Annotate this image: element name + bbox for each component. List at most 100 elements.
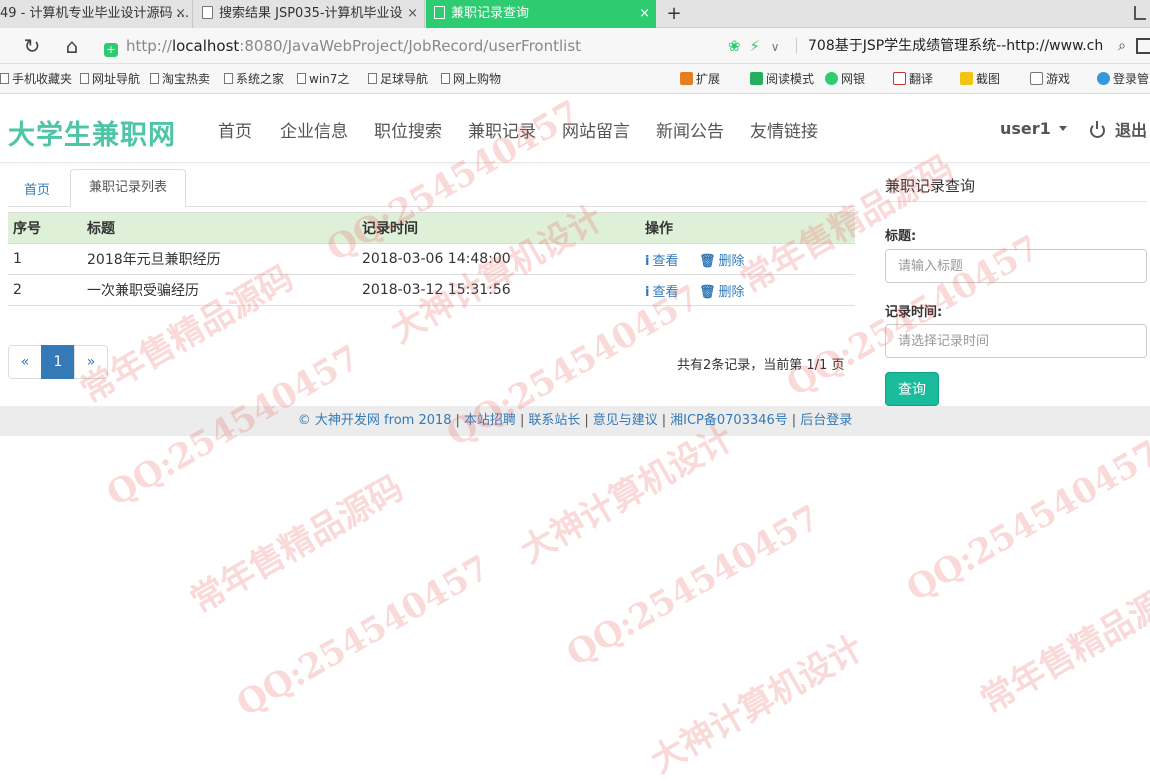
- page-icon: [434, 6, 445, 19]
- col-header-time: 记录时间: [357, 212, 640, 244]
- footer-copyright[interactable]: © 大神开发网 from 2018: [298, 413, 452, 428]
- delete-button[interactable]: 🗑︎ 删除: [699, 285, 745, 300]
- browser-tab-1[interactable]: 49 - 计算机专业毕业设计源码 ... ×: [0, 0, 193, 28]
- record-time-input[interactable]: [885, 324, 1147, 358]
- page-prev-button[interactable]: «: [8, 345, 42, 379]
- nav-links[interactable]: 友情链接: [750, 117, 818, 142]
- home-icon[interactable]: ⌂: [60, 34, 84, 58]
- caret-down-icon: [1058, 126, 1067, 131]
- page-icon: [80, 73, 89, 84]
- footer-link-contact[interactable]: 联系站长: [528, 413, 580, 428]
- tab-1-title: 49 - 计算机专业毕业设计源码 ...: [0, 6, 190, 21]
- cell-actions: i 查看 🗑︎ 删除: [640, 274, 855, 306]
- reload-icon[interactable]: ↻: [20, 34, 44, 58]
- browser-tab-active[interactable]: 兼职记录查询 ×: [426, 0, 656, 28]
- browser-tab-strip: 49 - 计算机专业毕业设计源码 ... × 搜索结果 JSP035-计算机毕业…: [0, 0, 1150, 28]
- divider: [885, 201, 1147, 202]
- tab-list-icon[interactable]: [1134, 6, 1146, 20]
- divider: [796, 38, 797, 54]
- bookmark-mobile-favorites[interactable]: 手机收藏夹: [0, 64, 72, 94]
- address-bar[interactable]: + http://localhost:8080/JavaWebProject/Jo…: [104, 33, 822, 59]
- page-next-button[interactable]: »: [74, 345, 108, 379]
- bookmark-site-nav[interactable]: 网址导航: [80, 64, 140, 94]
- page-info: 共有2条记录，当前第 1/1 页: [677, 358, 845, 373]
- username: user1: [1000, 119, 1051, 138]
- bookmark-win7[interactable]: win7之: [297, 64, 349, 94]
- user-dropdown[interactable]: user1: [1000, 119, 1067, 138]
- delete-button[interactable]: 🗑︎ 删除: [699, 254, 745, 269]
- watermark: QQ:254540457: [230, 547, 497, 725]
- browser-search-box[interactable]: 708基于JSP学生成绩管理系统--http://www.ch ⌕: [808, 33, 1128, 59]
- nav-news[interactable]: 新闻公告: [656, 117, 724, 142]
- close-icon[interactable]: ×: [175, 0, 186, 28]
- cell-time: 2018-03-06 14:48:00: [357, 243, 640, 275]
- translate-icon: [893, 72, 906, 85]
- nav-messages[interactable]: 网站留言: [562, 117, 630, 142]
- site-navbar: 大学生兼职网 首页 企业信息 职位搜索 兼职记录 网站留言 新闻公告 友情链接 …: [0, 95, 1150, 163]
- view-button[interactable]: i 查看: [645, 254, 678, 269]
- footer-link-recruit[interactable]: 本站招聘: [464, 413, 516, 428]
- page-1-button[interactable]: 1: [41, 345, 75, 379]
- breadcrumb-current[interactable]: 兼职记录列表: [70, 169, 186, 207]
- watermark: 常年售精品源码: [184, 467, 411, 622]
- login-manager[interactable]: 登录管: [1097, 64, 1149, 94]
- bookmark-taobao[interactable]: 淘宝热卖: [150, 64, 210, 94]
- browser-tab-2[interactable]: 搜索结果 JSP035-计算机毕业设 ×: [194, 0, 425, 28]
- browser-toolbar: ↻ ⌂ + http://localhost:8080/JavaWebProjec…: [0, 28, 1150, 64]
- reader-mode-button[interactable]: 阅读模式: [750, 64, 814, 94]
- trash-icon: 🗑︎: [698, 284, 716, 300]
- translate-menu[interactable]: 翻译: [893, 64, 933, 94]
- footer-link-admin[interactable]: 后台登录: [800, 413, 852, 428]
- breadcrumb-home[interactable]: 首页: [24, 179, 50, 198]
- watermark: QQ:254540457: [900, 432, 1150, 610]
- gamepad-icon: [1030, 72, 1043, 85]
- site-footer: © 大神开发网 from 2018 | 本站招聘 | 联系站长 | 意见与建议 | 湘ICP备0…: [0, 406, 1150, 436]
- record-table: 序号 标题 记录时间 操作 1 2018年元旦兼职经历 2018-03-06 1…: [8, 212, 855, 306]
- chevron-down-icon[interactable]: ∨: [771, 40, 780, 54]
- close-icon[interactable]: ×: [639, 0, 650, 28]
- screenshot-menu[interactable]: 截图: [960, 64, 1000, 94]
- cell-no: 1: [8, 243, 82, 275]
- close-icon[interactable]: ×: [407, 0, 418, 28]
- url-host: localhost: [171, 37, 240, 55]
- search-text: 708基于JSP学生成绩管理系统--http://www.ch: [808, 38, 1104, 54]
- games-menu[interactable]: 游戏: [1030, 64, 1070, 94]
- footer-link-feedback[interactable]: 意见与建议: [593, 413, 658, 428]
- nav-job-search[interactable]: 职位搜索: [374, 117, 442, 142]
- nav-home[interactable]: 首页: [218, 117, 252, 142]
- nav-job-records[interactable]: 兼职记录: [468, 117, 536, 142]
- bookmark-shopping[interactable]: 网上购物: [441, 64, 501, 94]
- logout-button[interactable]: 退出: [1090, 117, 1147, 141]
- trash-icon: 🗑︎: [698, 253, 716, 269]
- lightning-icon[interactable]: ⚡: [749, 37, 760, 55]
- watermark: 大神计算机设计: [644, 627, 871, 782]
- nav-companies[interactable]: 企业信息: [280, 117, 348, 142]
- extensions-menu[interactable]: 扩展: [680, 64, 720, 94]
- table-row: 1 2018年元旦兼职经历 2018-03-06 14:48:00 i 查看 🗑︎…: [8, 243, 855, 275]
- folder-icon: [0, 73, 9, 84]
- search-icon[interactable]: ⌕: [1118, 33, 1126, 59]
- speed-icon[interactable]: ❀: [728, 37, 741, 55]
- bookmark-system-home[interactable]: 系统之家: [224, 64, 284, 94]
- bank-menu[interactable]: 网银: [825, 64, 865, 94]
- title-label: 标题:: [885, 229, 917, 244]
- info-icon: i: [645, 284, 650, 300]
- extensions-icon: [680, 72, 693, 85]
- page-icon: [224, 73, 233, 84]
- query-button[interactable]: 查询: [885, 372, 939, 406]
- new-tab-button[interactable]: +: [664, 0, 684, 28]
- title-search-input[interactable]: [885, 249, 1147, 283]
- bookmark-football[interactable]: 足球导航: [368, 64, 428, 94]
- view-button[interactable]: i 查看: [645, 285, 678, 300]
- col-header-title: 标题: [82, 212, 357, 244]
- page-icon: [202, 6, 213, 19]
- cell-no: 2: [8, 274, 82, 306]
- footer-link-icp[interactable]: 湘ICP备0703346号: [670, 413, 788, 428]
- site-logo[interactable]: 大学生兼职网: [8, 113, 176, 152]
- url-path: :8080/JavaWebProject/JobRecord/userFront…: [239, 37, 582, 55]
- table-header-row: 序号 标题 记录时间 操作: [8, 212, 855, 244]
- power-icon: [1090, 121, 1105, 138]
- sidebar-toggle-icon[interactable]: [1136, 38, 1150, 54]
- breadcrumb: 首页 兼职记录列表: [8, 169, 855, 207]
- time-label: 记录时间:: [885, 305, 943, 320]
